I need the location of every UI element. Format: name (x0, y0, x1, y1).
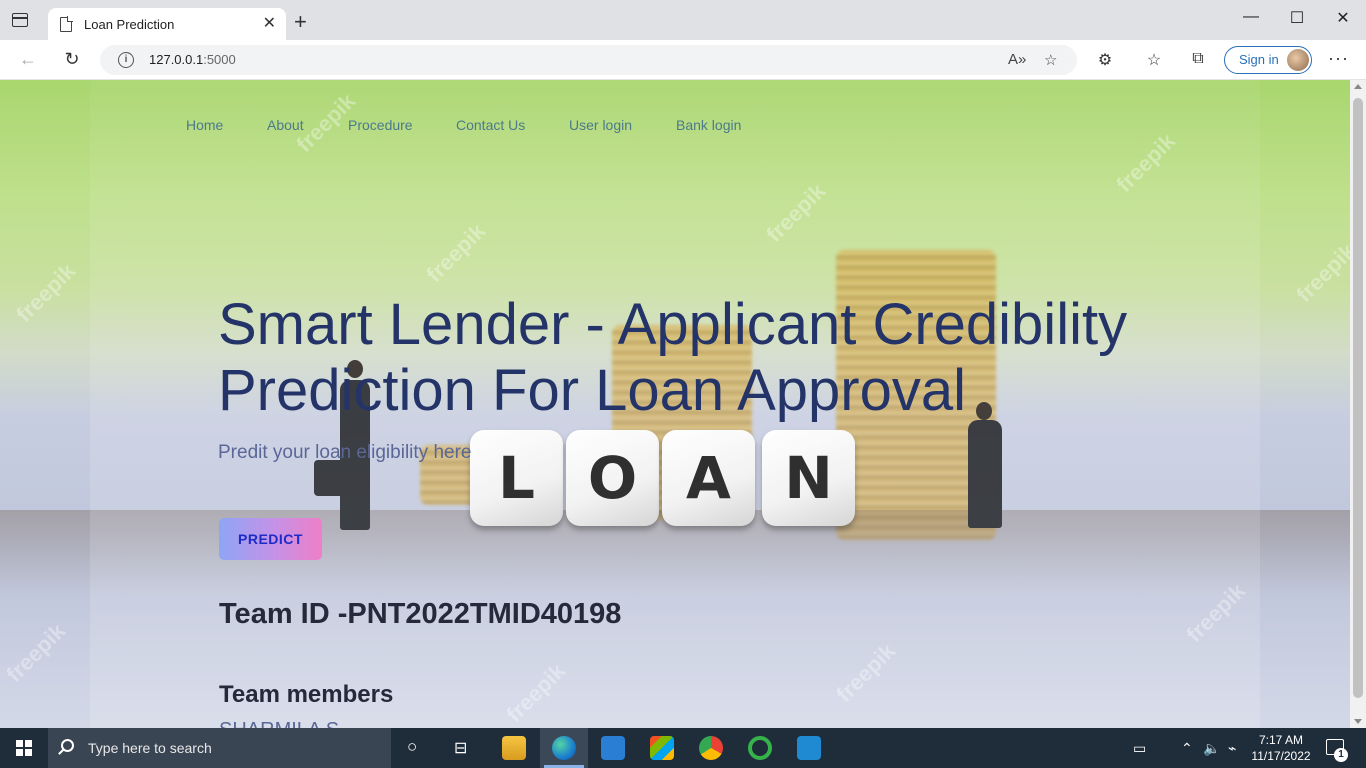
browser-tab[interactable]: Loan Prediction ✕ (48, 8, 286, 40)
nav-home[interactable]: Home (186, 117, 223, 133)
team-id-heading: Team ID -PNT2022TMID40198 (219, 598, 622, 630)
nav-user-login[interactable]: User login (569, 117, 632, 133)
taskbar-clock[interactable]: 7:17 AM 11/17/2022 (1248, 732, 1314, 764)
site-info-icon[interactable]: i (118, 52, 134, 68)
network-icon[interactable]: ⌁ (1228, 740, 1236, 757)
store-icon[interactable] (650, 736, 674, 760)
mail-icon[interactable] (601, 736, 625, 760)
read-aloud-icon[interactable]: A» (1008, 51, 1026, 68)
vscode-icon[interactable] (797, 736, 821, 760)
watermark-text: freepik (1291, 238, 1350, 307)
url-port: :5000 (203, 52, 236, 67)
add-favorite-icon[interactable]: ☆ (1044, 51, 1057, 69)
sign-in-button[interactable]: Sign in (1224, 46, 1312, 74)
back-icon[interactable]: ← (16, 49, 40, 70)
page-scrollbar[interactable] (1350, 80, 1366, 728)
new-tab-icon[interactable]: + (294, 11, 307, 33)
task-view-icon[interactable]: ⊟ (454, 738, 467, 758)
browser-toolbar: ← ↻ i 127.0.0.1:5000 A» ☆ ⚙ ☆ ⧉ Sign in … (0, 40, 1366, 80)
maximize-icon[interactable]: ☐ (1274, 8, 1320, 28)
notification-badge: 1 (1334, 748, 1348, 762)
volume-icon[interactable]: 🔈 (1203, 740, 1220, 757)
refresh-icon[interactable]: ↻ (60, 49, 84, 70)
windows-taskbar: Type here to search ○ ⊟ ▭ ⌃ 🔈 ⌁ 7:17 AM … (0, 728, 1366, 768)
address-bar[interactable]: i 127.0.0.1:5000 A» ☆ (100, 45, 1077, 75)
cortana-icon[interactable]: ○ (407, 737, 417, 757)
close-tab-icon[interactable]: ✕ (263, 16, 276, 32)
predict-button[interactable]: PREDICT (219, 518, 322, 560)
clock-time: 7:17 AM (1258, 733, 1304, 747)
page-favicon-icon (60, 16, 73, 32)
nav-contact-us[interactable]: Contact Us (456, 117, 525, 133)
nav-bank-login[interactable]: Bank login (676, 117, 741, 133)
more-options-icon[interactable]: ··· (1328, 48, 1349, 69)
clock-date: 11/17/2022 (1251, 749, 1311, 763)
profile-avatar (1287, 49, 1309, 71)
keyboard-icon[interactable]: ▭ (1133, 740, 1146, 757)
extensions-icon[interactable]: ⚙ (1094, 50, 1116, 70)
search-icon (61, 739, 74, 752)
scroll-thumb[interactable] (1353, 98, 1363, 698)
hero-title: Smart Lender - Applicant Credibility Pre… (218, 292, 1128, 423)
page-viewport: L O A N freepik freepik freepik freepik … (0, 80, 1350, 728)
show-hidden-icons-icon[interactable]: ⌃ (1181, 740, 1193, 757)
chrome-icon[interactable] (699, 736, 723, 760)
taskbar-search-box[interactable]: Type here to search (48, 728, 391, 768)
minimize-icon[interactable]: — (1228, 8, 1274, 26)
file-explorer-icon[interactable] (502, 736, 526, 760)
edge-browser-icon[interactable] (552, 736, 576, 760)
sign-in-label: Sign in (1239, 52, 1279, 67)
tab-actions-icon[interactable] (12, 13, 28, 27)
team-members-heading: Team members (219, 681, 394, 708)
windows-start-icon[interactable] (16, 740, 32, 756)
nav-procedure[interactable]: Procedure (348, 117, 413, 133)
hero-subtitle: Predit your loan eligibility here (218, 442, 472, 463)
scroll-up-icon[interactable] (1354, 84, 1362, 89)
favorites-icon[interactable]: ☆ (1143, 50, 1165, 70)
url-host: 127.0.0.1 (149, 52, 204, 67)
collections-icon[interactable]: ⧉ (1187, 50, 1209, 68)
nav-about[interactable]: About (267, 117, 304, 133)
taskbar-search-placeholder: Type here to search (88, 740, 212, 756)
scroll-down-icon[interactable] (1354, 719, 1362, 724)
close-window-icon[interactable]: ✕ (1320, 8, 1366, 28)
app-ring-icon[interactable] (748, 736, 772, 760)
browser-tab-bar: Loan Prediction ✕ + — ☐ ✕ (0, 0, 1366, 40)
team-member-name: SHARMILA S (219, 719, 339, 728)
watermark-text: freepik (11, 258, 81, 327)
tab-title: Loan Prediction (84, 16, 175, 32)
url-text: 127.0.0.1:5000 (149, 52, 236, 67)
